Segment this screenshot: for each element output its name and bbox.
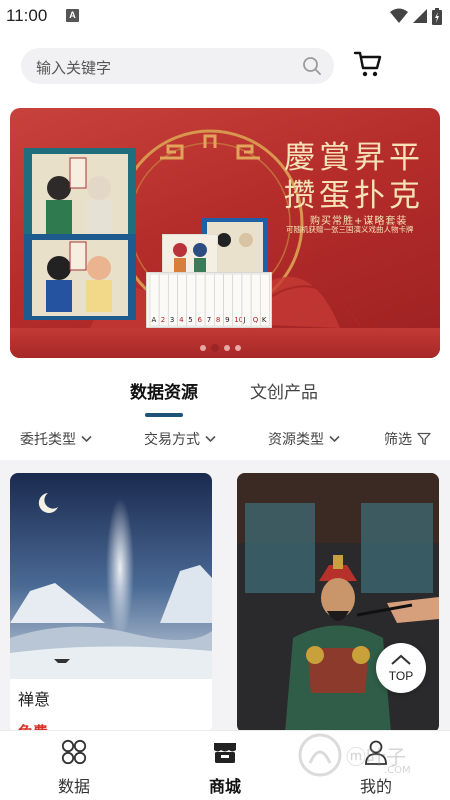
chevron-down-icon [81,435,92,443]
card-rank-label: 3 [170,316,174,324]
search-input[interactable]: 输入关键字 [21,48,334,84]
card-rank-label: 8 [216,316,220,324]
status-bar: 11:00 A [0,0,450,32]
battery-icon [432,7,442,25]
card-rank-label: 6 [198,316,203,324]
card-rank-label: J [243,316,246,324]
banner-subtitle-line2: 可随机获赠一张三国演义戏曲人物卡牌 [286,225,414,234]
back-to-top-label: TOP [388,669,414,683]
wifi-icon [390,8,408,23]
filter-label: 委托类型 [20,432,76,448]
card-rank-label: 5 [188,316,192,324]
card-rank-label: 2 [161,316,165,324]
funnel-icon [417,432,431,446]
status-icons [390,7,442,25]
signal-icon [413,9,427,23]
product-card[interactable] [237,473,439,733]
search-placeholder: 输入关键字 [36,59,112,77]
search-icon[interactable] [302,56,322,76]
filter-label: 资源类型 [268,432,324,448]
banner-floor [10,328,440,358]
carousel-dot[interactable] [224,345,230,351]
card-rank-label: 7 [207,316,211,324]
card-box-back [24,148,136,248]
carousel-indicator [200,344,241,352]
filter-trade-method[interactable]: 交易方式 [144,429,216,449]
filter-more[interactable]: 筛选 [384,429,431,449]
filter-label: 筛选 [384,432,412,448]
card-rank-label: 9 [225,316,229,324]
promo-banner[interactable]: A 2 3 4 5 6 7 8 9 10 J Q K 慶賞昇平 攒蛋扑克 购买常胜+谋略套装 可随机获赠… [10,108,440,358]
nav-item-data[interactable]: 数据 [24,731,124,800]
cart-icon[interactable] [353,49,383,79]
filter-commission-type[interactable]: 委托类型 [20,429,92,449]
chevron-down-icon [329,435,340,443]
watermark-sub: .COM [384,765,411,776]
product-image-zen [10,473,212,679]
carousel-dot[interactable] [211,344,219,352]
filter-label: 交易方式 [144,432,200,448]
filter-bar: 委托类型 交易方式 资源类型 筛选 [0,424,450,456]
nav-item-mall[interactable]: 商城 [175,731,275,800]
product-card[interactable]: 禅意 免费 [10,473,212,733]
chevron-up-icon [391,654,411,665]
card-rank-label: Q [253,316,259,324]
carousel-dot[interactable] [235,345,241,351]
card-rank-label: 4 [179,316,184,324]
notification-badge: A [66,9,79,22]
active-tab-indicator [145,413,183,417]
chevron-down-icon [205,435,216,443]
card-fan: A 2 3 4 5 6 7 8 9 10 J Q K [146,272,272,328]
grid-clover-icon [61,739,87,765]
tab-cultural-products[interactable]: 文创产品 [250,378,318,403]
product-title: 禅意 [18,690,51,709]
back-to-top-button[interactable]: TOP [376,643,426,693]
tab-data-resources[interactable]: 数据资源 [130,378,198,403]
filter-resource-type[interactable]: 资源类型 [268,429,340,449]
watermark-logo-icon [298,733,342,777]
card-rank-label: K [262,316,267,324]
product-image-general-figurine [237,473,439,733]
category-tabs: 数据资源 文创产品 [0,368,450,418]
nav-label: 商城 [208,777,241,796]
nav-label: 数据 [57,777,90,796]
carousel-dot[interactable] [200,345,206,351]
shop-icon [214,743,236,763]
header: 输入关键字 [0,32,450,96]
status-time: 11:00 [6,6,48,25]
card-rank-label: A [152,316,157,324]
card-box-front [24,234,136,320]
banner-title-line2: 攒蛋扑克 [284,178,424,214]
